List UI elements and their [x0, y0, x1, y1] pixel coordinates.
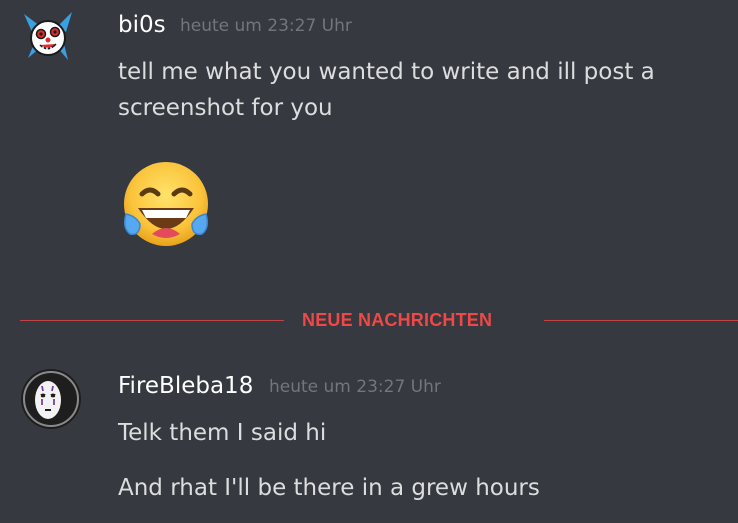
new-messages-divider: NEUE NACHRICHTEN [302, 310, 493, 330]
message-timestamp: heute um 23:27 Uhr [180, 16, 352, 36]
clown-skull-icon [24, 12, 72, 60]
new-messages-divider-line [544, 320, 738, 321]
no-face-mask-icon [21, 369, 81, 429]
message-text: tell me what you wanted to write and ill… [118, 59, 655, 85]
message-text: And rhat I'll be there in a grew hours [118, 475, 540, 501]
avatar[interactable] [20, 368, 82, 430]
chat-messages: bi0s heute um 23:27 Uhr tell me what you… [0, 0, 738, 523]
new-messages-divider-line [20, 320, 284, 321]
message-text: screenshot for you [118, 95, 333, 121]
author-name[interactable]: FireBleba18 [118, 372, 253, 400]
joy-emoji-icon [118, 158, 214, 254]
message-timestamp: heute um 23:27 Uhr [269, 377, 441, 397]
avatar[interactable] [18, 8, 78, 68]
message-text: Telk them I said hi [118, 420, 327, 446]
author-name[interactable]: bi0s [118, 11, 166, 39]
